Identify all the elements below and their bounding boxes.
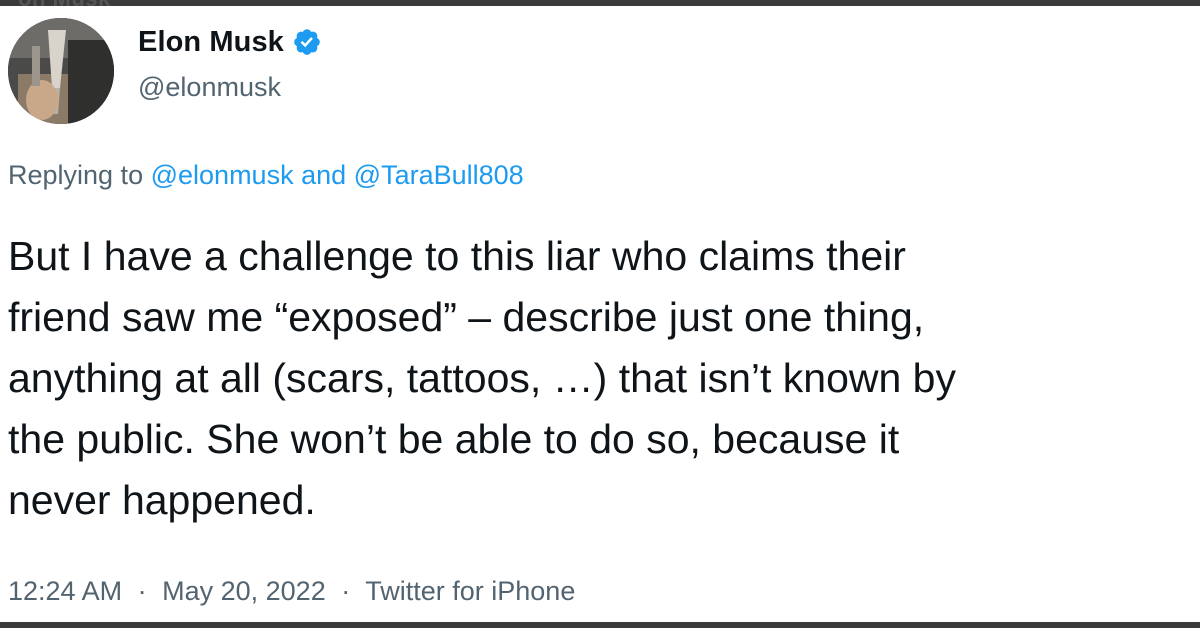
meta-separator: · xyxy=(137,576,147,606)
tweet-text-line: never happened. xyxy=(8,477,316,523)
tweet-metadata: 12:24 AM · May 20, 2022 · Twitter for iP… xyxy=(8,576,575,607)
tweet-source[interactable]: Twitter for iPhone xyxy=(365,576,575,606)
reply-joiner[interactable]: and xyxy=(301,160,346,190)
replying-to-prefix: Replying to xyxy=(8,160,144,190)
author-block: Elon Musk @elonmusk xyxy=(138,22,322,103)
tweet-text-line: friend saw me “exposed” – describe just … xyxy=(8,294,925,340)
reply-mention-link[interactable]: @TaraBull808 xyxy=(354,160,524,190)
author-handle[interactable]: @elonmusk xyxy=(138,72,322,103)
tweet-text: But I have a challenge to this liar who … xyxy=(8,226,1200,531)
meta-separator: · xyxy=(341,576,351,606)
verified-badge-icon xyxy=(292,27,322,57)
display-name-row: Elon Musk xyxy=(138,22,322,62)
top-frame-bar xyxy=(0,0,1200,6)
tweet-text-line: But I have a challenge to this liar who … xyxy=(8,233,906,279)
replying-to-line: Replying to @elonmusk and @TaraBull808 xyxy=(8,160,524,191)
cropped-header-text: on Musk xyxy=(18,0,111,12)
tweet-text-line: anything at all (scars, tattoos, …) that… xyxy=(8,355,956,401)
avatar-image-icon xyxy=(8,18,114,124)
reply-mention-link[interactable]: @elonmusk xyxy=(151,160,294,190)
author-display-name[interactable]: Elon Musk xyxy=(138,26,284,59)
bottom-frame-bar xyxy=(0,622,1200,628)
avatar[interactable] xyxy=(8,18,114,124)
tweet-time[interactable]: 12:24 AM xyxy=(8,576,122,606)
tweet-date[interactable]: May 20, 2022 xyxy=(162,576,326,606)
tweet-card: on Musk Elon Musk @elonmusk Replying t xyxy=(0,0,1200,628)
tweet-text-line: the public. She won’t be able to do so, … xyxy=(8,416,900,462)
